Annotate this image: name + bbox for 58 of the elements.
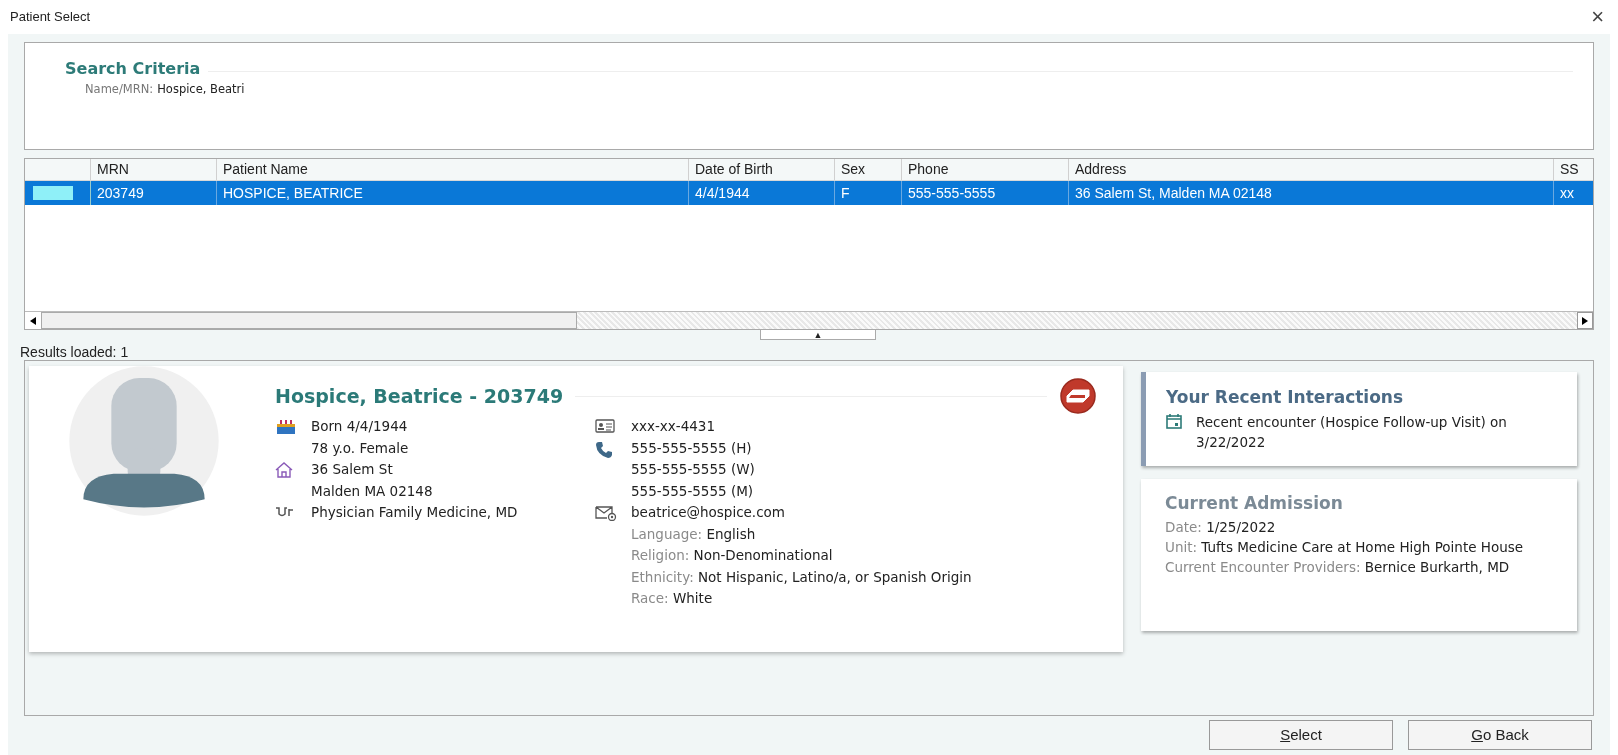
table-cell: HOSPICE, BEATRICE — [217, 181, 689, 205]
patient-name-heading: Hospice, Beatrice - 203749 — [275, 384, 564, 409]
dialog-button[interactable]: Go Back — [1408, 720, 1592, 750]
calendar-icon — [1166, 414, 1182, 429]
table-cell: xx — [1554, 181, 1593, 205]
cake-icon — [275, 419, 297, 435]
table-cell: 203749 — [91, 181, 217, 205]
scroll-right-icon — [1582, 316, 1588, 325]
bed-icon — [1059, 378, 1097, 414]
table-cell: F — [835, 181, 902, 205]
info-text: 555-555-5555 (H) — [631, 438, 753, 458]
info-text: 78 y.o. Female — [311, 438, 409, 458]
card-title: Your Recent Interactions — [1166, 386, 1405, 409]
column-header[interactable]: Sex — [835, 159, 902, 180]
id-card-icon — [595, 419, 615, 433]
home-icon — [275, 462, 293, 478]
card-title: Current Admission — [1165, 492, 1344, 515]
info-text: 555-555-5555 (M) — [631, 481, 755, 501]
scroll-right-button[interactable] — [1577, 312, 1593, 329]
interaction-text: Recent encounter (Hospice Follow-up Visit) on 3/22/2022 — [1196, 413, 1508, 452]
results-count: Results loaded: 1 — [20, 343, 129, 362]
info-text: Born 4/4/1944 — [311, 417, 409, 436]
scrollbar-thumb[interactable] — [41, 312, 577, 329]
scroll-left-icon[interactable] — [30, 316, 36, 325]
column-header[interactable]: Phone — [902, 159, 1069, 180]
demographic-field: Race: White — [631, 588, 1021, 610]
demographic-field: Ethnicity: Not Hispanic, Latino/a, or Spanish Origin — [631, 566, 1021, 588]
column-header[interactable]: Date of Birth — [689, 159, 835, 180]
demographic-field: Language: English — [631, 523, 1021, 545]
info-text: beatrice@hospice.com — [631, 503, 785, 522]
dialog-button[interactable]: Select — [1209, 720, 1393, 750]
table-row[interactable]: 203749 HOSPICE, BEATRICE 4/4/1944 F 555-555-5555 36 Salem St, Malden MA 02148 xx — [25, 181, 1593, 205]
info-text: Physician Family Medicine, MD — [311, 503, 518, 522]
field-label: Name/MRN: — [85, 81, 154, 98]
info-text: Malden MA 02148 — [311, 481, 433, 501]
info-text: 555-555-5555 (W) — [631, 460, 755, 479]
info-text: xxx-xx-4431 — [631, 417, 716, 436]
splitter-toggle[interactable]: ▲ — [760, 330, 876, 340]
info-text: 36 Salem St — [311, 460, 394, 479]
admission-field: Date: 1/25/2022 — [1165, 517, 1545, 537]
close-button[interactable]: × — [1587, 6, 1608, 28]
admission-field: Current Encounter Providers: Bernice Burkarth, MD — [1165, 557, 1545, 577]
column-header[interactable]: MRN — [91, 159, 217, 180]
column-header[interactable]: Patient Name — [217, 159, 689, 180]
section-title: Search Criteria — [65, 58, 201, 80]
admission-field: Unit: Tufts Medicine Care at Home High Pointe House — [1165, 537, 1545, 557]
email-icon — [595, 505, 617, 521]
demographic-field: Religion: Non-Denominational — [631, 545, 1021, 567]
table-cell: 4/4/1944 — [689, 181, 835, 205]
table-cell: 555-555-5555 — [902, 181, 1069, 205]
column-header[interactable]: Address — [1069, 159, 1554, 180]
stethoscope-icon — [275, 505, 295, 519]
table-cell: 36 Salem St, Malden MA 02148 — [1069, 181, 1554, 205]
column-header[interactable]: SS — [1554, 159, 1593, 180]
field-value: Hospice, Beatri — [157, 81, 245, 98]
window-title: Patient Select — [10, 8, 91, 27]
phone-icon — [595, 440, 613, 459]
row-indicator — [33, 186, 73, 200]
